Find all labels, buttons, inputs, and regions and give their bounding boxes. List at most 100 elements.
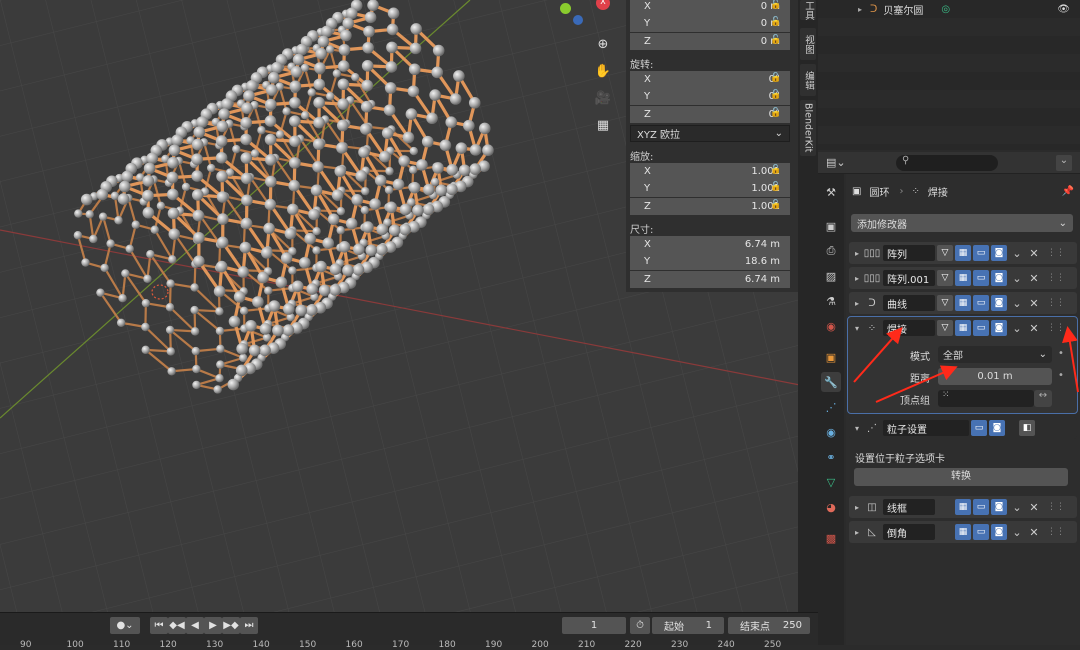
scale-y-field[interactable]: Y1.001 [630,180,790,197]
viewport-icon[interactable]: ▭ [973,320,989,336]
rotation-z-field[interactable]: Z0° [630,106,790,123]
viewport-icon[interactable]: ▭ [973,245,989,261]
dropdown-icon[interactable]: ⌄ [1010,247,1024,260]
physics-icon[interactable]: ◉ [821,422,841,442]
toggle-icon[interactable]: ◧ [1019,420,1035,436]
end-frame-field[interactable]: 结束点250 [728,617,810,634]
tool-icon[interactable]: ⚒ [821,182,841,202]
lock-icon[interactable]: 🔓 [770,17,782,29]
lock-icon[interactable]: 🔓 [770,182,782,194]
zoom-icon[interactable]: ⊕ [592,33,614,55]
modifier-weld[interactable]: ▾ ⁘ 焊接 ▽ ▦ ▭ ◙ ⌄ ✕ ⋮⋮ [849,317,1077,339]
collapse-arrow-icon[interactable]: ▾ [851,424,863,433]
rotation-mode-select[interactable]: XYZ 欧拉⌄ [630,125,790,142]
modifier-wireframe[interactable]: ▸ ◫ 线框 ▦ ▭ ◙ ⌄ ✕ ⋮⋮ [849,496,1077,518]
location-x-field[interactable]: X0 m [630,0,790,15]
tab-view[interactable]: 视图 [800,28,816,60]
viewport-icon[interactable]: ▭ [971,420,987,436]
modifier-array[interactable]: ▸ ▯▯▯ 阵列 ▽ ▦ ▭ ◙ ⌄ ✕ ⋮⋮ [849,242,1077,264]
drag-handle-icon[interactable]: ⋮⋮ [1047,502,1061,512]
modifier-name-field[interactable]: 线框 [883,499,935,515]
gizmo-axes[interactable]: X [556,0,616,28]
eye-icon[interactable]: 👁 [1057,4,1070,15]
modifier-particle-system[interactable]: ▾ ⋰ 粒子设置 ▭ ◙ ◧ [849,417,1077,439]
dropdown-icon[interactable]: ⌄ [1010,322,1024,335]
expand-arrow-icon[interactable]: ▸ [858,5,862,14]
dimension-x-field[interactable]: X6.74 m [630,236,790,253]
edit-mode-icon[interactable]: ▦ [955,270,971,286]
collapse-arrow-icon[interactable]: ▾ [851,324,863,333]
lock-icon[interactable]: 🔓 [770,108,782,120]
keyframe-dot-icon[interactable]: • [1058,348,1064,359]
drag-handle-icon[interactable]: ⋮⋮ [1047,248,1061,258]
drag-handle-icon[interactable]: ⋮⋮ [1047,298,1061,308]
edit-mode-icon[interactable]: ▦ [955,499,971,515]
weld-mode-select[interactable]: 全部⌄ [938,346,1052,363]
close-icon[interactable]: ✕ [1027,272,1041,285]
expand-arrow-icon[interactable]: ▸ [851,274,863,283]
close-icon[interactable]: ✕ [1027,247,1041,260]
drag-handle-icon[interactable]: ⋮⋮ [1047,273,1061,283]
invert-arrows-icon[interactable]: ↔ [1034,390,1052,407]
lock-icon[interactable]: 🔓 [770,200,782,212]
render-camera-icon[interactable]: ◙ [989,420,1005,436]
lock-icon[interactable]: 🔓 [770,73,782,85]
constraints-icon[interactable]: ⚭ [821,447,841,467]
dropdown-icon[interactable]: ⌄ [1010,272,1024,285]
modifier-name-field[interactable]: 阵列.001 [883,270,935,286]
modifier-name-field[interactable]: 粒子设置 [883,420,969,436]
rotation-x-field[interactable]: X0° [630,71,790,88]
close-icon[interactable]: ✕ [1027,322,1041,335]
record-button[interactable]: ●⌄ [110,617,140,634]
edit-mode-icon[interactable]: ▦ [955,320,971,336]
rotation-y-field[interactable]: Y0° [630,88,790,105]
tab-blenderkit[interactable]: BlenderKit [800,100,816,156]
scale-x-field[interactable]: X1.001 [630,163,790,180]
close-icon[interactable]: ✕ [1027,297,1041,310]
3d-viewport[interactable]: X ⊕ ✋ 🎥 ▦ X0 m Y0 m Z0 m 旋转: X0° Y0° Z0°… [0,0,800,612]
modifier-bevel[interactable]: ▸ ◺ 倒角 ▦ ▭ ◙ ⌄ ✕ ⋮⋮ [849,521,1077,543]
modifier-name-field[interactable]: 曲线 [883,295,935,311]
location-z-field[interactable]: Z0 m [630,33,790,50]
viewport-icon[interactable]: ▭ [973,295,989,311]
next-keyframe-button[interactable]: ▶◆ [222,617,240,634]
edit-mode-icon[interactable]: ▦ [955,295,971,311]
expand-arrow-icon[interactable]: ▸ [851,249,863,258]
location-y-field[interactable]: Y0 m [630,15,790,32]
modifier-curve[interactable]: ▸ ᑐ 曲线 ▽ ▦ ▭ ◙ ⌄ ✕ ⋮⋮ [849,292,1077,314]
object-data-icon[interactable]: ▽ [821,472,841,492]
scene-icon[interactable]: ⚗ [821,291,841,311]
keyframe-dot-icon[interactable]: • [1058,370,1064,381]
drag-handle-icon[interactable]: ⋮⋮ [1047,323,1061,333]
close-icon[interactable]: ✕ [1027,501,1041,514]
view-layer-icon[interactable]: ▨ [821,266,841,286]
current-frame-field[interactable]: 1 [562,617,626,634]
particles-icon[interactable]: ⋰ [821,397,841,417]
edit-cage-icon[interactable]: ▽ [937,320,953,336]
render-camera-icon[interactable]: ◙ [991,320,1007,336]
expand-arrow-icon[interactable]: ▸ [851,299,863,308]
modifier-wrench-icon[interactable]: 🔧 [821,372,841,392]
clock-icon[interactable]: ⏱ [630,617,650,634]
start-frame-field[interactable]: 起始1 [652,617,724,634]
render-camera-icon[interactable]: ◙ [991,270,1007,286]
render-camera-icon[interactable]: ◙ [991,245,1007,261]
edit-mode-icon[interactable]: ▦ [955,524,971,540]
material-icon[interactable]: ◕ [821,497,841,517]
dropdown-icon[interactable]: ⌄ [1010,297,1024,310]
output-icon[interactable]: ⎙ [821,241,841,261]
close-icon[interactable]: ✕ [1027,526,1041,539]
viewport-icon[interactable]: ▭ [973,499,989,515]
dropdown-icon[interactable]: ⌄ [1010,501,1024,514]
drag-handle-icon[interactable]: ⋮⋮ [1047,527,1061,537]
object-icon[interactable]: ▣ [821,347,841,367]
edit-mode-icon[interactable]: ▦ [955,245,971,261]
lock-icon[interactable]: 🔓 [770,35,782,47]
modifier-name-field[interactable]: 焊接 [883,320,935,336]
outliner-item-bezier-circle[interactable]: ▸ ᑐ 贝塞尔圆 ◎ 👁 [818,0,1080,18]
prev-keyframe-button[interactable]: ◆◀ [168,617,186,634]
lock-icon[interactable]: 🔓 [770,165,782,177]
render-camera-icon[interactable]: ◙ [991,295,1007,311]
lock-icon[interactable]: 🔓 [770,90,782,102]
pin-icon[interactable]: 📌 [1062,186,1074,197]
